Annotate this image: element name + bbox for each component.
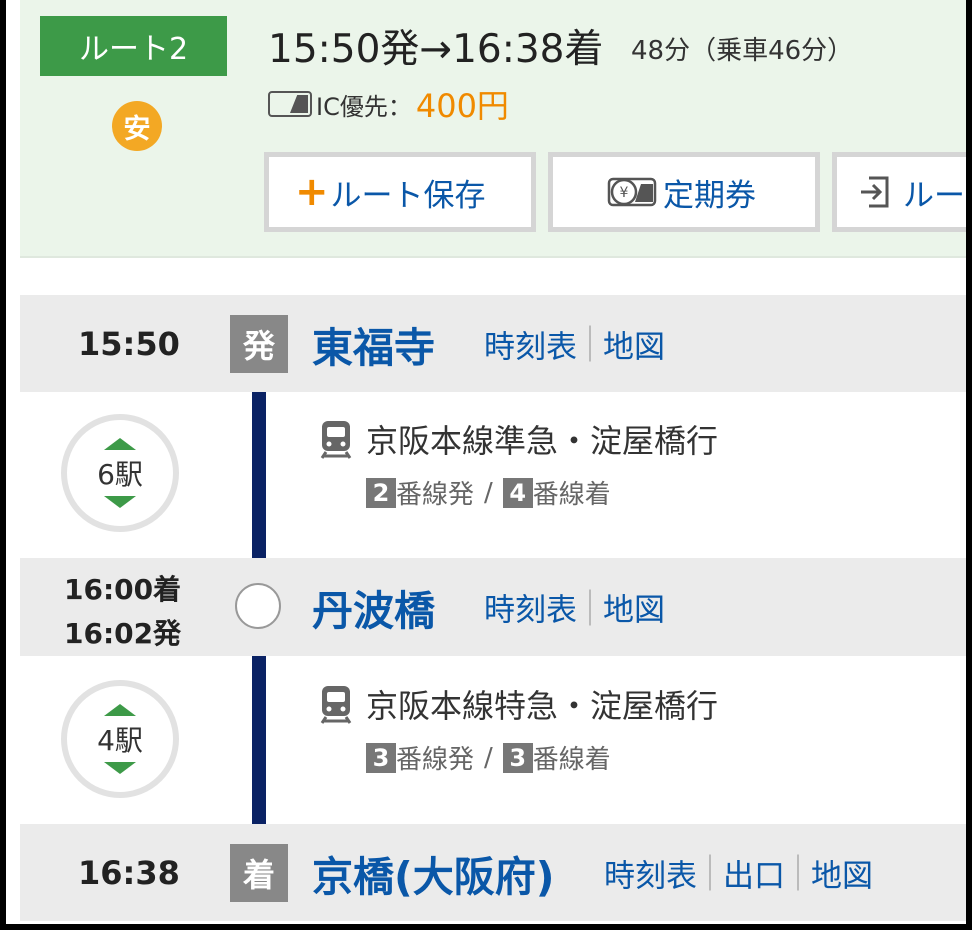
station-links: 時刻表 出口 地図 [604, 850, 873, 895]
rail-line-segment [252, 370, 266, 586]
train-name: 京阪本線準急・淀屋橋行 [366, 422, 719, 460]
station-name-link[interactable]: 京橋(大阪府) [312, 843, 554, 903]
timetable-link[interactable]: 時刻表 [484, 321, 577, 366]
departure-badge: 発 [230, 314, 288, 373]
arrival-badge: 着 [230, 843, 288, 902]
train-segment: 京阪本線準急・淀屋橋行 2 番線発 / 4 番線着 [318, 416, 718, 511]
stop-count-toggle[interactable]: 6駅 [61, 414, 179, 532]
transfer-station-dot [235, 583, 281, 629]
map-link[interactable]: 地図 [603, 585, 665, 630]
departure-time: 15:50 [78, 324, 180, 363]
ic-card-icon [268, 91, 312, 117]
plus-icon: + [295, 169, 329, 215]
exit-link[interactable]: 出口 [723, 850, 785, 895]
fare-amount: 400円 [415, 87, 509, 125]
departure-platform-label: 番線発 [396, 745, 475, 775]
train-line-info: 京阪本線準急・淀屋橋行 [318, 416, 718, 462]
fare-row: IC優先： 400円 [268, 86, 509, 125]
save-route-button[interactable]: + ルート保存 [264, 152, 536, 232]
share-route-button[interactable]: ルー [832, 152, 966, 232]
departure-platform-label: 番線発 [396, 480, 475, 510]
station-row-arrival: 16:38 着 京橋(大阪府) 時刻表 出口 地図 [20, 824, 966, 921]
route-time-range: 15:50発→16:38着 [268, 27, 604, 72]
link-divider [589, 589, 591, 625]
svg-text:¥: ¥ [620, 185, 629, 201]
stop-count-toggle[interactable]: 4駅 [61, 680, 179, 798]
departure-time: 16:02発 [64, 617, 182, 650]
arrival-platform-label: 番線着 [532, 745, 611, 775]
station-links: 時刻表 地図 [484, 585, 665, 630]
share-route-label: ルー [903, 177, 965, 214]
timetable-link[interactable]: 時刻表 [484, 585, 577, 630]
station-name-link[interactable]: 東福寺 [312, 314, 435, 374]
departure-platform-number: 2 [366, 477, 396, 508]
station-row-departure: 15:50 発 東福寺 時刻表 地図 [20, 295, 966, 392]
train-icon [318, 418, 354, 460]
transfer-times: 16:00着 16:02発 [64, 568, 181, 656]
departure-platform-number: 3 [366, 742, 396, 773]
stop-count: 6駅 [97, 458, 143, 491]
expand-down-icon [104, 762, 136, 774]
expand-down-icon [104, 496, 136, 508]
cheapest-icon: 安 [112, 101, 162, 151]
timetable-link[interactable]: 時刻表 [604, 850, 697, 895]
train-line-info: 京阪本線特急・淀屋橋行 [318, 681, 718, 727]
ic-label: IC優先： [316, 92, 412, 121]
station-name-link[interactable]: 丹波橋 [312, 577, 435, 637]
commuter-pass-label: 定期券 [663, 177, 756, 214]
train-name: 京阪本線特急・淀屋橋行 [366, 687, 719, 725]
train-segment: 京阪本線特急・淀屋橋行 3 番線発 / 3 番線着 [318, 681, 718, 776]
commuter-pass-button[interactable]: ¥ 定期券 [548, 152, 820, 232]
expand-up-icon [104, 704, 136, 716]
stop-count: 4駅 [97, 724, 143, 757]
map-link[interactable]: 地図 [811, 850, 873, 895]
expand-up-icon [104, 438, 136, 450]
route-duration: 48分（乗車46分） [631, 36, 854, 66]
station-links: 時刻表 地図 [484, 321, 665, 366]
arrival-platform-number: 4 [502, 477, 533, 508]
link-divider [797, 854, 799, 891]
save-route-label: ルート保存 [330, 177, 486, 214]
station-row-transfer: 16:00着 16:02発 丹波橋 時刻表 地図 [20, 558, 966, 656]
train-icon [318, 683, 354, 725]
platform-separator: / [484, 742, 493, 773]
route-summary-header: ルート2 安 15:50発→16:38着 48分（乗車46分） IC優先： 40… [20, 0, 966, 258]
link-divider [589, 325, 591, 362]
platform-info: 3 番線発 / 3 番線着 [366, 739, 718, 776]
arrival-platform-label: 番線着 [532, 480, 611, 510]
map-link[interactable]: 地図 [603, 321, 665, 366]
arrival-time: 16:38 [78, 853, 180, 892]
platform-separator: / [484, 477, 493, 508]
yen-card-icon: ¥ [607, 176, 659, 208]
rail-line-segment [252, 628, 266, 844]
route-detail-screen: ルート2 安 15:50発→16:38着 48分（乗車46分） IC優先： 40… [6, 0, 966, 924]
route-number-badge: ルート2 [40, 16, 227, 76]
link-divider [709, 854, 711, 891]
export-icon [859, 174, 891, 210]
arrival-time: 16:00着 [64, 573, 182, 606]
arrival-platform-number: 3 [502, 742, 533, 773]
platform-info: 2 番線発 / 4 番線着 [366, 474, 718, 511]
